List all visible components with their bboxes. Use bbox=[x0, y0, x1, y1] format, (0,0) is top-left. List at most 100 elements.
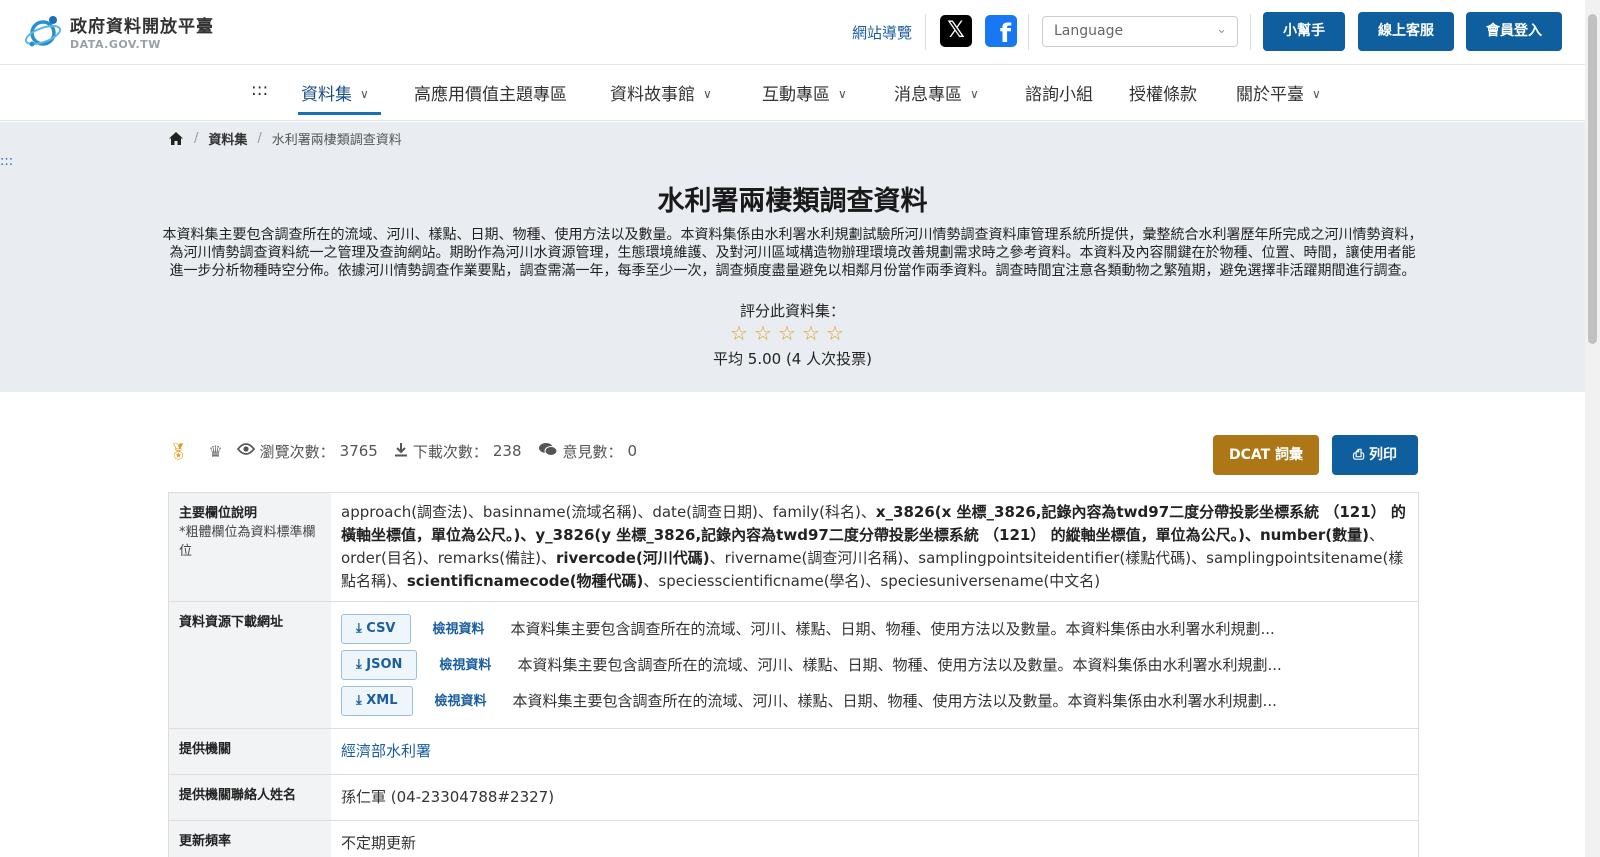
divider bbox=[1028, 14, 1029, 50]
x-twitter-icon[interactable]: 𝕏 bbox=[940, 15, 972, 47]
table-row: 主要欄位說明 *粗體欄位為資料標準欄位 approach(調查法)、basinn… bbox=[169, 493, 1418, 602]
accesskey-link[interactable]: ::: bbox=[0, 154, 13, 169]
format-label: JSON bbox=[366, 657, 403, 672]
nav-item-datasets[interactable]: 資料集 ∨ bbox=[301, 80, 369, 105]
comments-label: 意見數： bbox=[562, 442, 623, 461]
download-icon: ⤓ bbox=[356, 693, 362, 708]
printer-icon: ⎙ bbox=[1352, 447, 1365, 463]
chevron-down-icon: ∨ bbox=[1312, 87, 1321, 101]
downloads-count: 238 bbox=[492, 442, 522, 460]
standard-field: rivercode(河川代碼) bbox=[555, 549, 710, 567]
divider bbox=[1250, 14, 1251, 50]
row-header: 資料資源下載網址 bbox=[169, 602, 331, 728]
print-button[interactable]: ⎙ 列印 bbox=[1332, 435, 1418, 475]
logo-subtitle: DATA.GOV.TW bbox=[70, 38, 161, 51]
row-header: 主要欄位說明 *粗體欄位為資料標準欄位 bbox=[169, 493, 331, 601]
views-count: 3765 bbox=[339, 442, 378, 460]
medal-icon: 🏅︎ bbox=[168, 441, 189, 461]
download-xml-button[interactable]: ⤓ XML bbox=[341, 686, 413, 716]
nav-item-advisory[interactable]: 諮詢小組 bbox=[1025, 80, 1093, 105]
active-nav-indicator bbox=[298, 112, 381, 115]
resource-description: 本資料集主要包含調查所在的流域、河川、樣點、日期、物種、使用方法以及數量。本資料… bbox=[512, 691, 1277, 710]
scrollbar-thumb[interactable] bbox=[1588, 14, 1597, 344]
view-data-link[interactable]: 檢視資料 bbox=[433, 618, 485, 641]
download-item: ⤓ JSON 檢視資料 本資料集主要包含調查所在的流域、河川、樣點、日期、物種、… bbox=[341, 647, 1408, 683]
chevron-down-icon: ∨ bbox=[838, 87, 847, 101]
nav-item-interaction[interactable]: 互動專區 ∨ bbox=[762, 80, 847, 105]
online-support-button[interactable]: 線上客服 bbox=[1358, 12, 1454, 51]
chevron-down-icon: ∨ bbox=[360, 87, 369, 101]
chevron-down-icon: ∨ bbox=[970, 87, 979, 101]
home-icon[interactable] bbox=[168, 131, 184, 146]
star-icon[interactable]: ☆ bbox=[751, 321, 775, 345]
download-json-button[interactable]: ⤓ JSON bbox=[341, 650, 418, 680]
dcat-vocabulary-button[interactable]: DCAT 詞彙 bbox=[1213, 435, 1319, 475]
description-line: 進一步分析物種時空分佈。依據河川情勢調查作業要點，調查需滿一年，每季至少一次，調… bbox=[169, 263, 1416, 279]
nav-item-label: 消息專區 bbox=[894, 85, 962, 105]
dataset-info-table: 主要欄位說明 *粗體欄位為資料標準欄位 approach(調查法)、basinn… bbox=[168, 492, 1419, 857]
breadcrumb-datasets[interactable]: 資料集 bbox=[208, 129, 247, 148]
nav-item-label: 關於平臺 bbox=[1236, 85, 1304, 105]
dataset-description: 本資料集主要包含調查所在的流域、河川、樣點、日期、物種、使用方法以及數量。本資料… bbox=[70, 226, 1515, 280]
download-icon: ⤓ bbox=[356, 657, 362, 672]
page-scrollbar[interactable] bbox=[1585, 0, 1600, 857]
download-icon: ⤓ bbox=[356, 621, 362, 636]
logo-icon bbox=[24, 13, 64, 51]
divider bbox=[925, 14, 926, 50]
chevron-down-icon: ⌄ bbox=[1216, 22, 1227, 37]
contact-cell: 孫仁軍 (04-23304788#2327) bbox=[341, 788, 555, 806]
row-header: 提供機關聯絡人姓名 bbox=[169, 775, 331, 820]
download-icon bbox=[394, 442, 408, 461]
logo-title: 政府資料開放平臺 bbox=[70, 17, 214, 37]
breadcrumb: / 資料集 / 水利署兩棲類調查資料 bbox=[168, 129, 402, 148]
nav-item-about[interactable]: 關於平臺 ∨ bbox=[1236, 80, 1321, 105]
download-item: ⤓ XML 檢視資料 本資料集主要包含調查所在的流域、河川、樣點、日期、物種、使… bbox=[341, 683, 1408, 719]
language-select-value: Language bbox=[1054, 23, 1124, 39]
table-row: 資料資源下載網址 ⤓ CSV 檢視資料 本資料集主要包含調查所在的流域、河川、樣… bbox=[169, 602, 1418, 729]
crown-icon: ♛ bbox=[208, 441, 223, 461]
download-resources: ⤓ CSV 檢視資料 本資料集主要包含調查所在的流域、河川、樣點、日期、物種、使… bbox=[331, 602, 1418, 728]
nav-item-data-stories[interactable]: 資料故事館 ∨ bbox=[610, 80, 712, 105]
resource-description: 本資料集主要包含調查所在的流域、河川、樣點、日期、物種、使用方法以及數量。本資料… bbox=[510, 619, 1275, 638]
site-logo[interactable]: 政府資料開放平臺 DATA.GOV.TW bbox=[24, 12, 214, 51]
row-header: 更新頻率 bbox=[169, 821, 331, 857]
star-icon[interactable]: ☆ bbox=[799, 321, 823, 345]
facebook-icon[interactable]: f bbox=[985, 15, 1017, 47]
provider-link[interactable]: 經濟部水利署 bbox=[341, 742, 431, 760]
nav-item-license[interactable]: 授權條款 bbox=[1129, 80, 1197, 105]
breadcrumb-separator: / bbox=[194, 131, 199, 146]
star-icon[interactable]: ☆ bbox=[727, 321, 751, 345]
downloads-label: 下載次數： bbox=[412, 442, 488, 461]
chevron-down-icon: ∨ bbox=[703, 87, 712, 101]
rating-average: 平均 5.00 (4 人次投票) bbox=[713, 350, 872, 368]
member-login-button[interactable]: 會員登入 bbox=[1466, 12, 1562, 51]
language-select[interactable]: Language ⌄ bbox=[1042, 16, 1238, 47]
nav-item-label: 資料故事館 bbox=[610, 85, 695, 105]
table-row: 更新頻率 不定期更新 bbox=[169, 821, 1418, 857]
row-header: 提供機關 bbox=[169, 729, 331, 774]
view-data-link[interactable]: 檢視資料 bbox=[435, 690, 487, 713]
rating-stars: ☆ ☆ ☆ ☆ ☆ bbox=[727, 321, 847, 345]
nav-menu-accesskey[interactable]: ::: bbox=[251, 80, 268, 100]
site-map-link[interactable]: 網站導覽 bbox=[852, 22, 912, 43]
fields-label: 主要欄位說明 bbox=[179, 506, 258, 521]
nav-item-high-value[interactable]: 高應用價值主題專區 bbox=[414, 80, 567, 105]
star-icon[interactable]: ☆ bbox=[823, 321, 847, 345]
nav-item-label: 資料集 bbox=[301, 85, 352, 105]
comments-icon bbox=[538, 442, 558, 461]
main-navigation: ::: 資料集 ∨ 高應用價值主題專區 資料故事館 ∨ 互動專區 ∨ 消息專區 ∨ 諮詢… bbox=[0, 65, 1585, 121]
helper-button[interactable]: 小幫手 bbox=[1263, 12, 1345, 51]
download-csv-button[interactable]: ⤓ CSV bbox=[341, 614, 411, 644]
provider-cell: 經濟部水利署 bbox=[331, 729, 1418, 774]
comments-count: 0 bbox=[627, 442, 638, 460]
comments-stat: 意見數： 0 bbox=[538, 441, 638, 462]
table-row: 提供機關聯絡人姓名 孫仁軍 (04-23304788#2327) bbox=[169, 775, 1418, 821]
views-label: 瀏覽次數： bbox=[259, 442, 335, 461]
fields-description: approach(調查法)、basinname(流域名稱)、date(調查日期)… bbox=[331, 493, 1418, 601]
rate-label: 評分此資料集： bbox=[739, 302, 845, 320]
nav-item-news[interactable]: 消息專區 ∨ bbox=[894, 80, 979, 105]
fields-text: 、speciesscientificname(學名)、speciesuniver… bbox=[643, 572, 1101, 590]
dataset-hero: / 資料集 / 水利署兩棲類調查資料 ::: 水利署兩棲類調查資料 本資料集主要… bbox=[0, 122, 1585, 392]
view-data-link[interactable]: 檢視資料 bbox=[439, 654, 491, 677]
star-icon[interactable]: ☆ bbox=[775, 321, 799, 345]
